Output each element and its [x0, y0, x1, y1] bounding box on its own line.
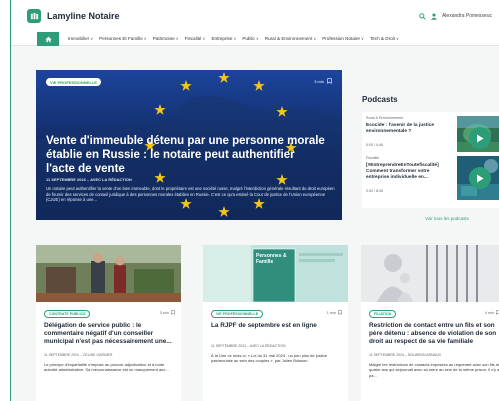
search-icon[interactable] [419, 12, 426, 20]
article-category-badge[interactable]: CONTRATS PUBLICS [44, 310, 91, 318]
logo-text: Lamyline Notaire [47, 11, 120, 21]
site-header: Lamyline Notaire Alexandra Pomesseuc [11, 0, 499, 32]
hero-meta: 11 SEPTEMBRE 2024 – AVEC LA RÉDACTION [46, 178, 132, 182]
article-category-badge[interactable]: FILIATION [369, 310, 397, 318]
article-image: Personnes & Famille [203, 245, 348, 302]
podcast-time: 0:00 / 4:46 [366, 143, 383, 147]
nav-item-label: Profession Notaire [322, 36, 360, 41]
nav-item-label: Fiscalité [184, 36, 202, 41]
logo-icon [27, 9, 41, 23]
bookmark-icon[interactable] [327, 78, 332, 84]
chevron-down-icon: ∨ [395, 36, 399, 41]
podcast-category: Fiscalité [366, 156, 380, 160]
bookmark-icon[interactable] [338, 310, 342, 315]
nav-item-label: Immobilier [68, 36, 90, 41]
podcast-title[interactable]: Ecocide : l'avenir de la justice environ… [366, 123, 448, 135]
article-image [361, 245, 499, 302]
nav-item-label: Entreprise [211, 36, 233, 41]
play-icon [477, 134, 484, 142]
play-icon [477, 174, 484, 182]
chevron-down-icon: ∨ [202, 36, 206, 41]
article-card[interactable]: Personnes & Famille VIE PROFESSIONNELLE … [203, 245, 348, 401]
hero-read-time-label: 3 min [314, 78, 324, 84]
chevron-down-icon: ∨ [175, 36, 179, 41]
article-excerpt: Malgré les restrictions de contacts impo… [369, 362, 499, 378]
article-meta: 11 SEPTEMBRE 2024 – AVEC LA RÉDACTION [211, 344, 286, 348]
podcast-card[interactable]: Fiscalité [#EntreprendreEnToutefiscalité… [362, 152, 499, 208]
nav-item[interactable]: Patrimoine ∨ [153, 36, 179, 41]
article-read-time-label: 3 min [159, 310, 169, 315]
nav-item[interactable]: Entreprise ∨ [211, 36, 236, 41]
nav-item[interactable]: Profession Notaire ∨ [322, 36, 364, 41]
main-nav: Immobilier ∨ Personnes Et Famille ∨ Patrimoi… [11, 32, 499, 46]
header-tools: Alexandra Pomesseuc [419, 12, 492, 20]
hero-read-time: 3 min [314, 78, 332, 84]
chevron-down-icon: ∨ [233, 36, 237, 41]
bookmark-icon[interactable] [171, 310, 175, 315]
nav-item-label: Personnes Et Famille [99, 36, 143, 41]
article-card[interactable]: FILIATION 4 min Restriction de contact e… [361, 245, 499, 401]
hero-title[interactable]: Vente d'immeuble détenu par une personne… [46, 134, 326, 176]
article-read-time-label: 4 min [484, 310, 494, 315]
article-title[interactable]: Restriction de contact entre un fils et … [369, 322, 499, 346]
site-logo[interactable]: Lamyline Notaire [27, 9, 120, 23]
nav-item[interactable]: Rural & Environnement ∨ [265, 36, 316, 41]
home-icon [44, 36, 52, 42]
article-category-badge[interactable]: VIE PROFESSIONNELLE [211, 310, 264, 318]
chevron-down-icon: ∨ [255, 36, 259, 41]
chevron-down-icon: ∨ [361, 36, 364, 41]
chevron-down-icon: ∨ [143, 36, 147, 41]
user-name[interactable]: Alexandra Pomesseuc [442, 13, 492, 19]
article-excerpt: Le principe d'impartialité s'impose au p… [44, 362, 169, 373]
cover-title: Personnes & Famille [256, 253, 287, 265]
nav-item[interactable]: Fiscalité ∨ [185, 36, 206, 41]
article-image [36, 245, 181, 302]
nav-item-label: Public [242, 36, 255, 41]
user-icon[interactable] [430, 12, 437, 20]
nav-item[interactable]: Personnes Et Famille ∨ [99, 36, 147, 41]
nav-item-label: Rural & Environnement [264, 36, 313, 41]
article-read-time: 3 min [160, 310, 175, 315]
nav-item[interactable]: Immobilier ∨ [68, 36, 93, 41]
nav-item-label: Patrimoine [152, 36, 175, 41]
podcast-title[interactable]: [#EntreprendreEnToutefiscalité] Comment … [366, 163, 448, 181]
browser-frame: Lamyline Notaire Alexandra Pomesseuc Imm… [10, 0, 499, 401]
nav-item-label: Tech & Droit [369, 36, 395, 41]
hero-article[interactable]: VIE PROFESSIONNELLE 3 min Vente d'immeub… [36, 70, 342, 220]
podcast-category: Rural & Environnement [366, 116, 404, 120]
podcast-thumbnail [457, 156, 499, 200]
article-meta: 11 SEPTEMBRE 2024 – CÉLINE GARNIER [44, 353, 113, 357]
article-title[interactable]: Délégation de service public : le commen… [44, 322, 176, 346]
chevron-down-icon: ∨ [90, 36, 94, 41]
article-card[interactable]: CONTRATS PUBLICS 3 min Délégation de ser… [36, 245, 181, 401]
article-read-time: 1 min [327, 310, 342, 315]
nav-items: Immobilier ∨ Personnes Et Famille ∨ Patrimoi… [68, 36, 399, 41]
article-meta: 11 SEPTEMBRE 2024 – NOLWENN ARNAUD [369, 353, 442, 357]
nav-item[interactable]: Public ∨ [242, 36, 258, 41]
nav-item[interactable]: Tech & Droit ∨ [370, 36, 399, 41]
podcast-time: 0:00 / 8:26 [366, 189, 383, 193]
hero-category-badge[interactable]: VIE PROFESSIONNELLE [46, 78, 101, 86]
article-title[interactable]: La RJPF de septembre est en ligne [211, 322, 343, 330]
see-all-podcasts-link[interactable]: Voir tous les podcasts [425, 216, 469, 221]
article-read-time-label: 1 min [326, 310, 336, 315]
article-excerpt: À la Une ce mois-ci, « Loi du 31 mai 202… [211, 353, 328, 364]
play-button[interactable] [469, 167, 491, 189]
hero-excerpt: Un notaire peut authentifier la vente d'… [46, 186, 335, 202]
article-read-time: 4 min [485, 310, 499, 315]
nav-home-button[interactable] [37, 32, 59, 46]
chevron-down-icon: ∨ [313, 36, 317, 41]
podcasts-heading: Podcasts [362, 95, 398, 104]
play-button[interactable] [469, 127, 491, 149]
